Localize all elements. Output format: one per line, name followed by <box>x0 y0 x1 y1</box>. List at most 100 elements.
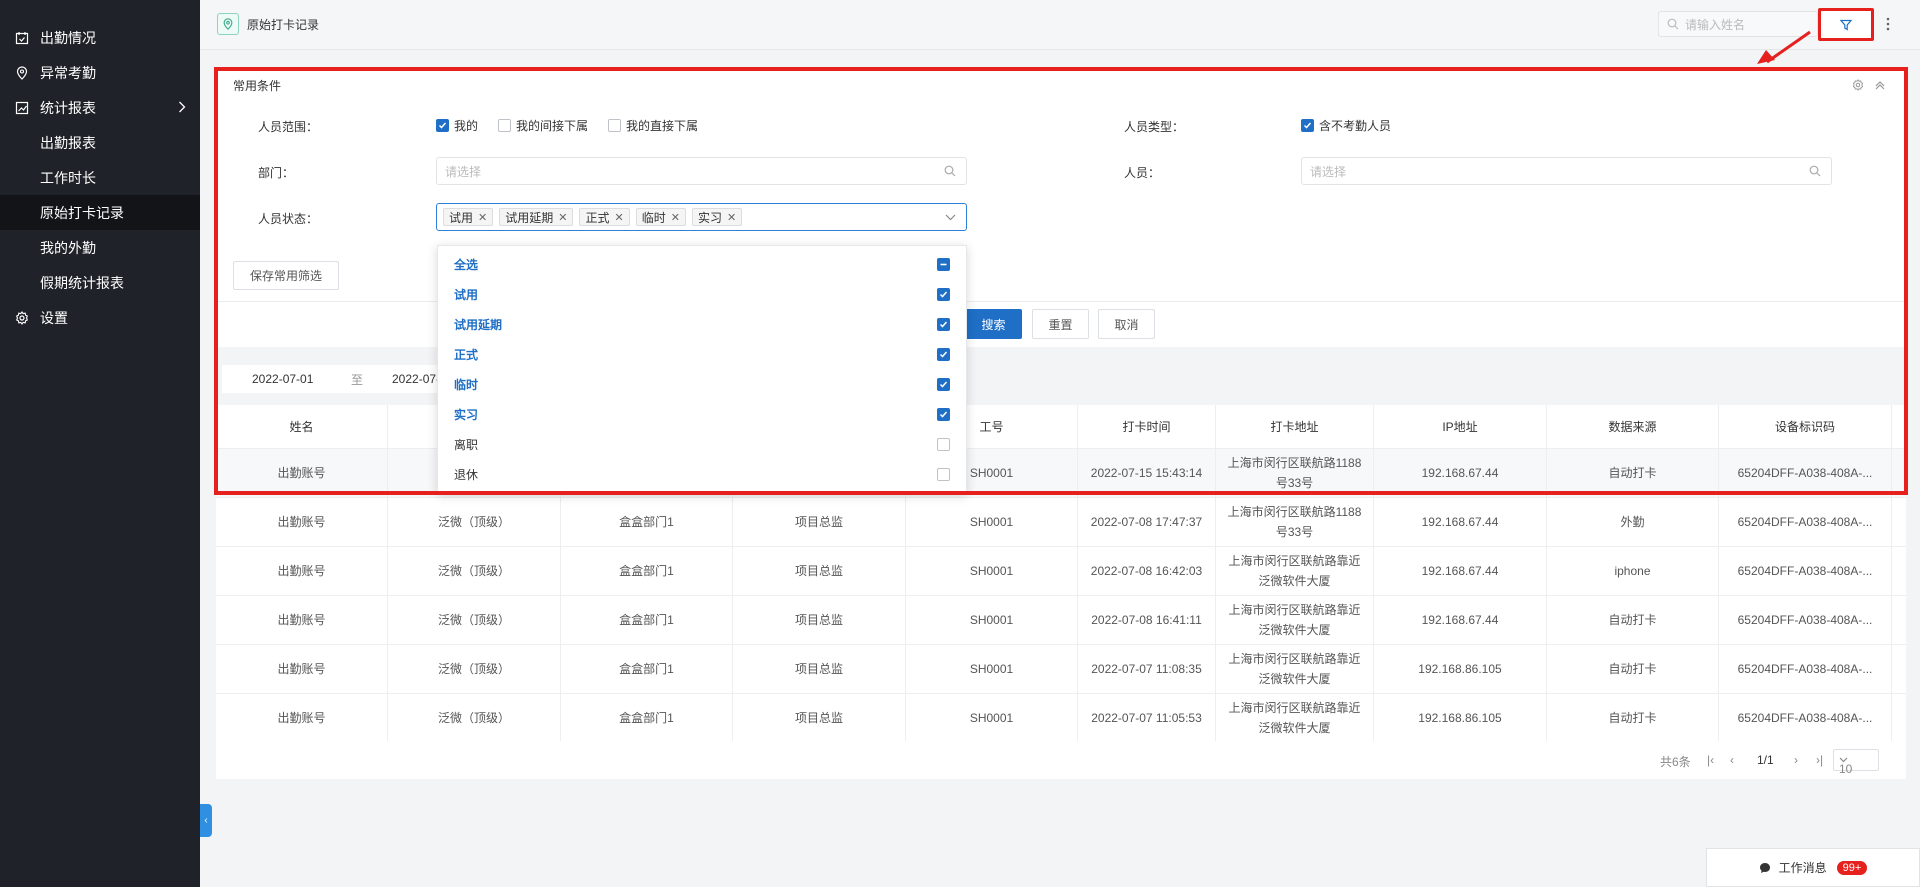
status-tag[interactable]: 正式 ✕ <box>579 208 630 226</box>
table-cell: 出勤账号 <box>216 645 388 693</box>
work-messages-button[interactable]: 工作消息 99+ <box>1706 848 1920 887</box>
dropdown-option[interactable]: 离职 <box>438 429 966 459</box>
table-cell: 泛微（顶级） <box>388 498 561 546</box>
table-cell: 外勤 <box>1547 498 1719 546</box>
table-cell: 2022-07-07 11:08:35 <box>1078 645 1216 693</box>
sidebar-item-work-hours[interactable]: 工作时长 <box>0 160 200 195</box>
sidebar-item-reports[interactable]: 统计报表 <box>0 90 200 125</box>
checkbox-unchecked-icon <box>608 119 621 132</box>
option-label: 退休 <box>454 467 479 482</box>
option-label: 离职 <box>454 437 479 452</box>
table-cell: 项目总监 <box>733 596 906 644</box>
sidebar-item-label: 统计报表 <box>40 99 96 116</box>
table-cell: 盒盒部门1 <box>561 596 733 644</box>
checkbox-unchecked-icon <box>937 437 950 451</box>
table-cell: 自动打卡 <box>1547 645 1719 693</box>
sidebar-item-raw-punch-records[interactable]: 原始打卡记录 <box>0 195 200 230</box>
range-mine-checkbox[interactable]: 我的 <box>436 117 478 134</box>
last-page-icon[interactable]: ›| <box>1816 753 1823 767</box>
sidebar-item-holiday-report[interactable]: 假期统计报表 <box>0 265 200 300</box>
checkbox-checked-icon <box>937 287 950 301</box>
total-count: 共6条 <box>1660 755 1691 769</box>
status-tag[interactable]: 试用延期 ✕ <box>499 208 574 226</box>
table-cell: SH0001 <box>906 498 1078 546</box>
dropdown-option[interactable]: 正式 <box>438 339 966 369</box>
status-tag[interactable]: 试用 ✕ <box>443 208 494 226</box>
checkbox-checked-icon <box>937 347 950 361</box>
pagination: 共6条 |‹ ‹ 1/1 › ›| 10 <box>216 741 1906 779</box>
prev-page-icon[interactable]: ‹ <box>1730 753 1734 767</box>
more-vertical-icon[interactable] <box>1885 16 1891 32</box>
table-cell: 2022-07-08 16:42:03 <box>1078 547 1216 595</box>
table-row[interactable]: 出勤账号 泛微（顶级） 盒盒部门1 项目总监 SH0001 2022-07-07 11:0… <box>216 645 1906 694</box>
option-label: 临时 <box>454 377 479 392</box>
dropdown-option[interactable]: 试用延期 <box>438 309 966 339</box>
close-icon[interactable]: ✕ <box>727 211 736 224</box>
table-cell: 上海市闵行区联航路靠近泛微软件大厦 <box>1216 547 1374 595</box>
status-multiselect[interactable]: 试用 ✕ 试用延期 ✕ 正式 ✕ 临时 ✕ 实习 ✕ <box>436 203 967 231</box>
tag-label: 临时 <box>641 210 666 225</box>
table-row[interactable]: 出勤账号 泛微（顶级） 盒盒部门1 项目总监 SH0001 2022-07-08 17:4… <box>216 498 1906 547</box>
include-non-attendance-checkbox[interactable]: 含不考勤人员 <box>1301 117 1391 134</box>
close-icon[interactable]: ✕ <box>671 211 680 224</box>
reset-button[interactable]: 重置 <box>1032 309 1089 339</box>
next-page-icon[interactable]: › <box>1794 753 1798 767</box>
status-tag[interactable]: 临时 ✕ <box>635 208 686 226</box>
person-select[interactable]: 请选择 <box>1301 157 1832 185</box>
sidebar-item-label: 异常考勤 <box>40 64 96 81</box>
filter-button[interactable] <box>1818 8 1874 41</box>
checkbox-label: 我的间接下属 <box>516 119 589 133</box>
column-header: 姓名 <box>216 405 388 448</box>
date-separator: 至 <box>342 365 372 393</box>
save-filter-button[interactable]: 保存常用筛选 <box>233 261 339 290</box>
chevron-up-icon[interactable] <box>1874 79 1886 91</box>
date-from-input[interactable]: 2022-07-01 <box>222 365 342 393</box>
gear-icon[interactable] <box>1852 79 1864 91</box>
sidebar-item-attendance[interactable]: 出勤情况 <box>0 20 200 55</box>
table-cell: 65204DFF-A038-408A-... <box>1719 547 1892 595</box>
range-indirect-checkbox[interactable]: 我的间接下属 <box>498 117 588 134</box>
sidebar-item-my-field-work[interactable]: 我的外勤 <box>0 230 200 265</box>
checkbox-checked-icon <box>937 317 950 331</box>
range-direct-checkbox[interactable]: 我的直接下属 <box>608 117 698 134</box>
status-tag[interactable]: 实习 ✕ <box>691 208 743 226</box>
table-cell: 出勤账号 <box>216 694 388 742</box>
table-cell: 192.168.67.44 <box>1374 547 1547 595</box>
search-button[interactable]: 搜索 <box>965 309 1022 339</box>
checkbox-checked-icon <box>436 119 449 132</box>
dropdown-option[interactable]: 试用 <box>438 279 966 309</box>
option-label: 实习 <box>454 407 479 422</box>
tag-label: 正式 <box>585 210 610 225</box>
chart-icon <box>15 101 29 114</box>
table-cell: 项目总监 <box>733 645 906 693</box>
dropdown-option[interactable]: 实习 <box>438 399 966 429</box>
table-row[interactable]: 出勤账号 泛微（顶级） 盒盒部门1 项目总监 SH0001 2022-07-08 16:4… <box>216 596 1906 645</box>
cancel-button[interactable]: 取消 <box>1098 309 1155 339</box>
sidebar-collapse-handle[interactable]: ‹ <box>200 804 212 837</box>
option-label: 正式 <box>454 347 479 362</box>
sidebar-item-label: 我的外勤 <box>40 239 96 256</box>
funnel-icon <box>1840 19 1852 31</box>
first-page-icon[interactable]: |‹ <box>1707 753 1714 767</box>
page-size-select[interactable]: 10 <box>1833 749 1879 776</box>
tag-label: 实习 <box>697 210 722 225</box>
dept-select[interactable]: 请选择 <box>436 157 967 185</box>
sidebar-item-attendance-report[interactable]: 出勤报表 <box>0 125 200 160</box>
column-header: IP地址 <box>1374 405 1547 448</box>
table-cell: 192.168.67.44 <box>1374 498 1547 546</box>
sidebar-item-abnormal[interactable]: 异常考勤 <box>0 55 200 90</box>
sidebar-item-label: 假期统计报表 <box>40 274 124 291</box>
chevron-right-icon <box>179 101 186 113</box>
dropdown-option[interactable]: 全选 <box>438 249 966 279</box>
dept-placeholder: 请选择 <box>445 164 482 179</box>
sidebar-item-label: 原始打卡记录 <box>40 204 124 221</box>
close-icon[interactable]: ✕ <box>478 211 487 224</box>
close-icon[interactable]: ✕ <box>614 211 623 224</box>
table-row[interactable]: 出勤账号 泛微（顶级） 盒盒部门1 项目总监 SH0001 2022-07-07 11:0… <box>216 694 1906 743</box>
dropdown-option[interactable]: 临时 <box>438 369 966 399</box>
dropdown-option[interactable]: 退休 <box>438 459 966 489</box>
close-icon[interactable]: ✕ <box>558 211 567 224</box>
table-row[interactable]: 出勤账号 泛微（顶级） 盒盒部门1 项目总监 SH0001 2022-07-08 16:4… <box>216 547 1906 596</box>
top-bar: 原始打卡记录 请输入姓名 <box>200 0 1920 50</box>
sidebar-item-settings[interactable]: 设置 <box>0 300 200 335</box>
